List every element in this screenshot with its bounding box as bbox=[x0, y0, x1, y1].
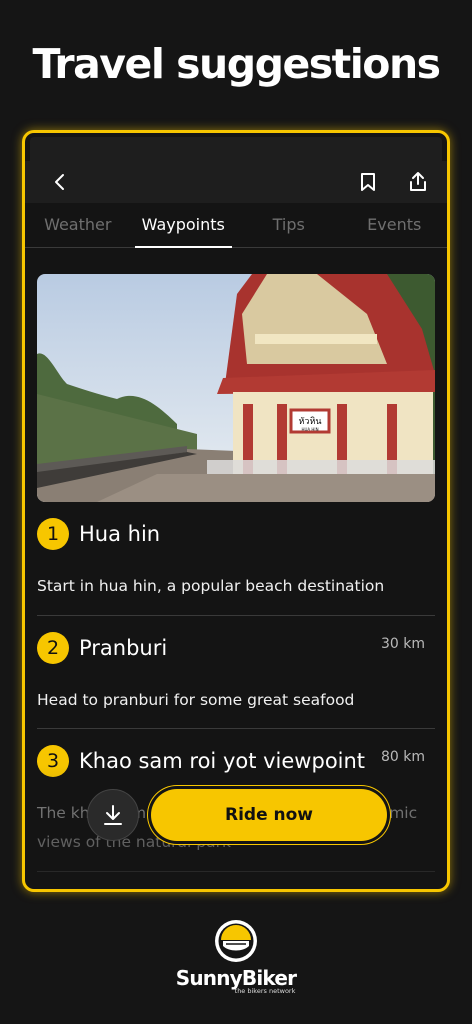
waypoint-item-1[interactable]: 1 Hua hin Start in hua hin, a popular be… bbox=[37, 502, 435, 616]
brand-tagline: the bikers network bbox=[234, 987, 296, 995]
bookmark-icon[interactable] bbox=[357, 171, 379, 193]
tab-waypoints[interactable]: Waypoints bbox=[131, 203, 237, 248]
tab-tips[interactable]: Tips bbox=[236, 203, 342, 247]
status-bar bbox=[30, 137, 442, 161]
waypoint-item-2[interactable]: 2 Pranburi 30 km Head to pranburi for so… bbox=[37, 616, 435, 730]
station-sign-thai: หัวหิน bbox=[298, 416, 321, 427]
waypoint-number-badge: 2 bbox=[37, 631, 69, 664]
station-sign-latin: HUA HIN bbox=[301, 427, 318, 432]
waypoints-list: หัวหิน HUA HIN 1 Hua hin Start in hua hi… bbox=[25, 248, 447, 872]
brand-footer: SunnyBiker the bikers network bbox=[0, 918, 472, 995]
tab-events[interactable]: Events bbox=[342, 203, 448, 247]
hua-hin-station-photo: หัวหิน HUA HIN bbox=[37, 274, 435, 502]
page-headline: Travel suggestions bbox=[32, 40, 441, 88]
waypoint-distance: 80 km bbox=[380, 749, 425, 766]
waypoint-title: Hua hin bbox=[79, 522, 161, 546]
waypoint-description: Head to pranburi for some great seafood bbox=[37, 690, 355, 709]
chevron-left-icon[interactable] bbox=[49, 171, 71, 193]
ride-now-button[interactable]: Ride now bbox=[151, 789, 387, 841]
waypoint-number-badge: 3 bbox=[37, 745, 69, 778]
sunnybiker-logo bbox=[213, 918, 259, 964]
share-icon[interactable] bbox=[407, 171, 429, 193]
app-toolbar bbox=[25, 161, 447, 203]
waypoint-description: Start in hua hin, a popular beach destin… bbox=[37, 577, 385, 595]
download-button[interactable] bbox=[87, 789, 139, 841]
waypoint-number-badge: 1 bbox=[37, 518, 69, 550]
brand-name: SunnyBiker bbox=[175, 966, 297, 990]
download-icon bbox=[104, 805, 122, 825]
tab-weather[interactable]: Weather bbox=[25, 203, 131, 247]
waypoint-title: Khao sam roi yot viewpoint bbox=[79, 749, 366, 774]
waypoint-distance: 30 km bbox=[380, 635, 425, 652]
waypoint-title: Pranburi bbox=[79, 635, 168, 660]
phone-frame: Weather Waypoints Tips Events หัวหิน HUA… bbox=[22, 130, 450, 892]
tab-bar: Weather Waypoints Tips Events bbox=[25, 203, 447, 248]
